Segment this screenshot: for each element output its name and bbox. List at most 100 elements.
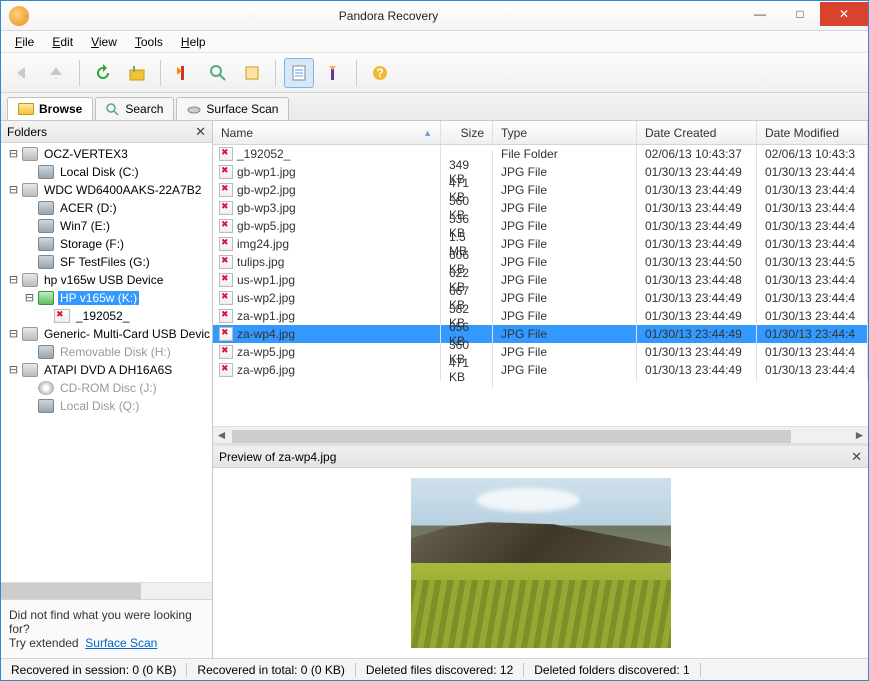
tree-node-label: OCZ-VERTEX3 xyxy=(42,147,130,161)
sidebar-scrollbar[interactable] xyxy=(1,582,212,599)
file-rows[interactable]: _192052_File Folder02/06/13 10:43:3702/0… xyxy=(213,145,868,426)
menu-file[interactable]: File xyxy=(7,33,42,51)
hint-text: Did not find what you were looking for? xyxy=(9,608,204,636)
folders-close-button[interactable]: ✕ xyxy=(195,124,206,140)
recover-button[interactable] xyxy=(122,58,152,88)
menu-view[interactable]: View xyxy=(83,33,125,51)
drive-icon xyxy=(38,399,54,413)
file-icon xyxy=(219,309,233,323)
maximize-button[interactable]: □ xyxy=(780,2,820,26)
tree-node[interactable]: ⊟ WDC WD6400AAKS-22A7B2 xyxy=(3,181,212,199)
tree-node[interactable]: _192052_ xyxy=(3,307,212,325)
tree-node-label: Generic- Multi-Card USB Devic xyxy=(42,327,212,341)
file-name: za-wp5.jpg xyxy=(237,345,295,359)
tree-node-label: CD-ROM Disc (J:) xyxy=(58,381,159,395)
preview-close-button[interactable]: ✕ xyxy=(851,449,862,465)
menu-tools[interactable]: Tools xyxy=(127,33,171,51)
tree-node[interactable]: ⊟HP v165w (K:) xyxy=(3,289,212,307)
tab-browse[interactable]: Browse xyxy=(7,97,93,120)
expand-icon[interactable] xyxy=(23,346,36,359)
tree-node[interactable]: Local Disk (C:) xyxy=(3,163,212,181)
col-date-created[interactable]: Date Created xyxy=(637,121,757,144)
properties-button[interactable] xyxy=(284,58,314,88)
file-name: tulips.jpg xyxy=(237,255,284,269)
expand-icon[interactable] xyxy=(23,256,36,269)
column-headers: Name▲ Size Type Date Created Date Modifi… xyxy=(213,121,868,145)
tree-node-label: _192052_ xyxy=(74,309,131,323)
options-button[interactable] xyxy=(318,58,348,88)
scroll-right-icon[interactable]: ► xyxy=(851,427,868,444)
expand-icon[interactable] xyxy=(23,166,36,179)
file-name: gb-wp2.jpg xyxy=(237,183,296,197)
expand-icon[interactable]: ⊟ xyxy=(7,364,20,377)
tree-node[interactable]: ⊟ATAPI DVD A DH16A6S xyxy=(3,361,212,379)
expand-icon[interactable] xyxy=(23,220,36,233)
expand-icon[interactable] xyxy=(23,202,36,215)
file-icon xyxy=(219,291,233,305)
tree-node[interactable]: SF TestFiles (G:) xyxy=(3,253,212,271)
refresh-button[interactable] xyxy=(88,58,118,88)
expand-icon[interactable] xyxy=(23,400,36,413)
file-name: _192052_ xyxy=(237,147,290,161)
expand-icon[interactable]: ⊟ xyxy=(7,184,20,197)
file-name: img24.jpg xyxy=(237,237,289,251)
toolbar-separator xyxy=(275,60,276,86)
search-tool-button[interactable] xyxy=(203,58,233,88)
tab-label: Browse xyxy=(39,102,82,116)
sort-asc-icon: ▲ xyxy=(423,128,432,138)
tree-node-label: Local Disk (C:) xyxy=(58,165,141,179)
file-row[interactable]: za-wp6.jpg471 KBJPG File01/30/13 23:44:4… xyxy=(213,361,868,379)
hint-link-surface-scan[interactable]: Surface Scan xyxy=(85,636,157,650)
folder-tree[interactable]: ⊟ OCZ-VERTEX3 Local Disk (C:) ⊟ WDC WD6400AA… xyxy=(1,143,212,582)
tree-node[interactable]: Local Disk (Q:) xyxy=(3,397,212,415)
col-size[interactable]: Size xyxy=(441,121,493,144)
expand-icon[interactable]: ⊟ xyxy=(7,148,20,161)
scan-tool-button[interactable] xyxy=(237,58,267,88)
scroll-left-icon[interactable]: ◄ xyxy=(213,427,230,444)
tree-node-label: Storage (F:) xyxy=(58,237,126,251)
tab-search[interactable]: Search xyxy=(95,97,174,120)
view-tabs: Browse Search Surface Scan xyxy=(1,93,868,121)
file-list-pane: Name▲ Size Type Date Created Date Modifi… xyxy=(213,121,868,658)
preview-panel: Preview of za-wp4.jpg ✕ xyxy=(213,443,868,658)
file-name: gb-wp1.jpg xyxy=(237,165,296,179)
list-h-scrollbar[interactable]: ◄ ► xyxy=(213,426,868,443)
tree-node[interactable]: Storage (F:) xyxy=(3,235,212,253)
tree-node[interactable]: ⊟ Generic- Multi-Card USB Devic xyxy=(3,325,212,343)
hint-prefix: Try extended xyxy=(9,636,79,650)
app-icon xyxy=(9,6,29,26)
tree-node[interactable]: Removable Disk (H:) xyxy=(3,343,212,361)
status-recovered-session: Recovered in session: 0 (0 KB) xyxy=(1,663,187,677)
menu-edit[interactable]: Edit xyxy=(44,33,81,51)
expand-icon[interactable]: ⊟ xyxy=(7,328,20,341)
minimize-button[interactable]: — xyxy=(740,2,780,26)
tree-node[interactable]: CD-ROM Disc (J:) xyxy=(3,379,212,397)
tree-node-label: WDC WD6400AAKS-22A7B2 xyxy=(42,183,203,197)
close-button[interactable]: ✕ xyxy=(820,2,868,26)
wizard-button[interactable] xyxy=(169,58,199,88)
toolbar-separator xyxy=(79,60,80,86)
drive-icon xyxy=(38,255,54,269)
expand-icon[interactable] xyxy=(39,310,52,323)
col-type[interactable]: Type xyxy=(493,121,637,144)
menu-help[interactable]: Help xyxy=(173,33,214,51)
help-button[interactable]: ? xyxy=(365,58,395,88)
tree-node[interactable]: ⊟ OCZ-VERTEX3 xyxy=(3,145,212,163)
nav-up-button[interactable] xyxy=(41,58,71,88)
tree-node[interactable]: Win7 (E:) xyxy=(3,217,212,235)
col-name[interactable]: Name▲ xyxy=(213,121,441,144)
title-bar: Pandora Recovery — □ ✕ xyxy=(1,1,868,31)
tree-node[interactable]: ACER (D:) xyxy=(3,199,212,217)
expand-icon[interactable]: ⊟ xyxy=(23,292,36,305)
expand-icon[interactable] xyxy=(23,382,36,395)
drive-icon xyxy=(38,345,54,359)
window-title: Pandora Recovery xyxy=(37,9,740,23)
file-modified: 01/30/13 23:44:4 xyxy=(757,359,868,381)
file-size: 471 KB xyxy=(441,352,493,388)
tab-surface-scan[interactable]: Surface Scan xyxy=(176,97,289,120)
tree-node[interactable]: ⊟hp v165w USB Device xyxy=(3,271,212,289)
expand-icon[interactable] xyxy=(23,238,36,251)
col-date-modified[interactable]: Date Modified xyxy=(757,121,868,144)
nav-back-button[interactable] xyxy=(7,58,37,88)
expand-icon[interactable]: ⊟ xyxy=(7,274,20,287)
